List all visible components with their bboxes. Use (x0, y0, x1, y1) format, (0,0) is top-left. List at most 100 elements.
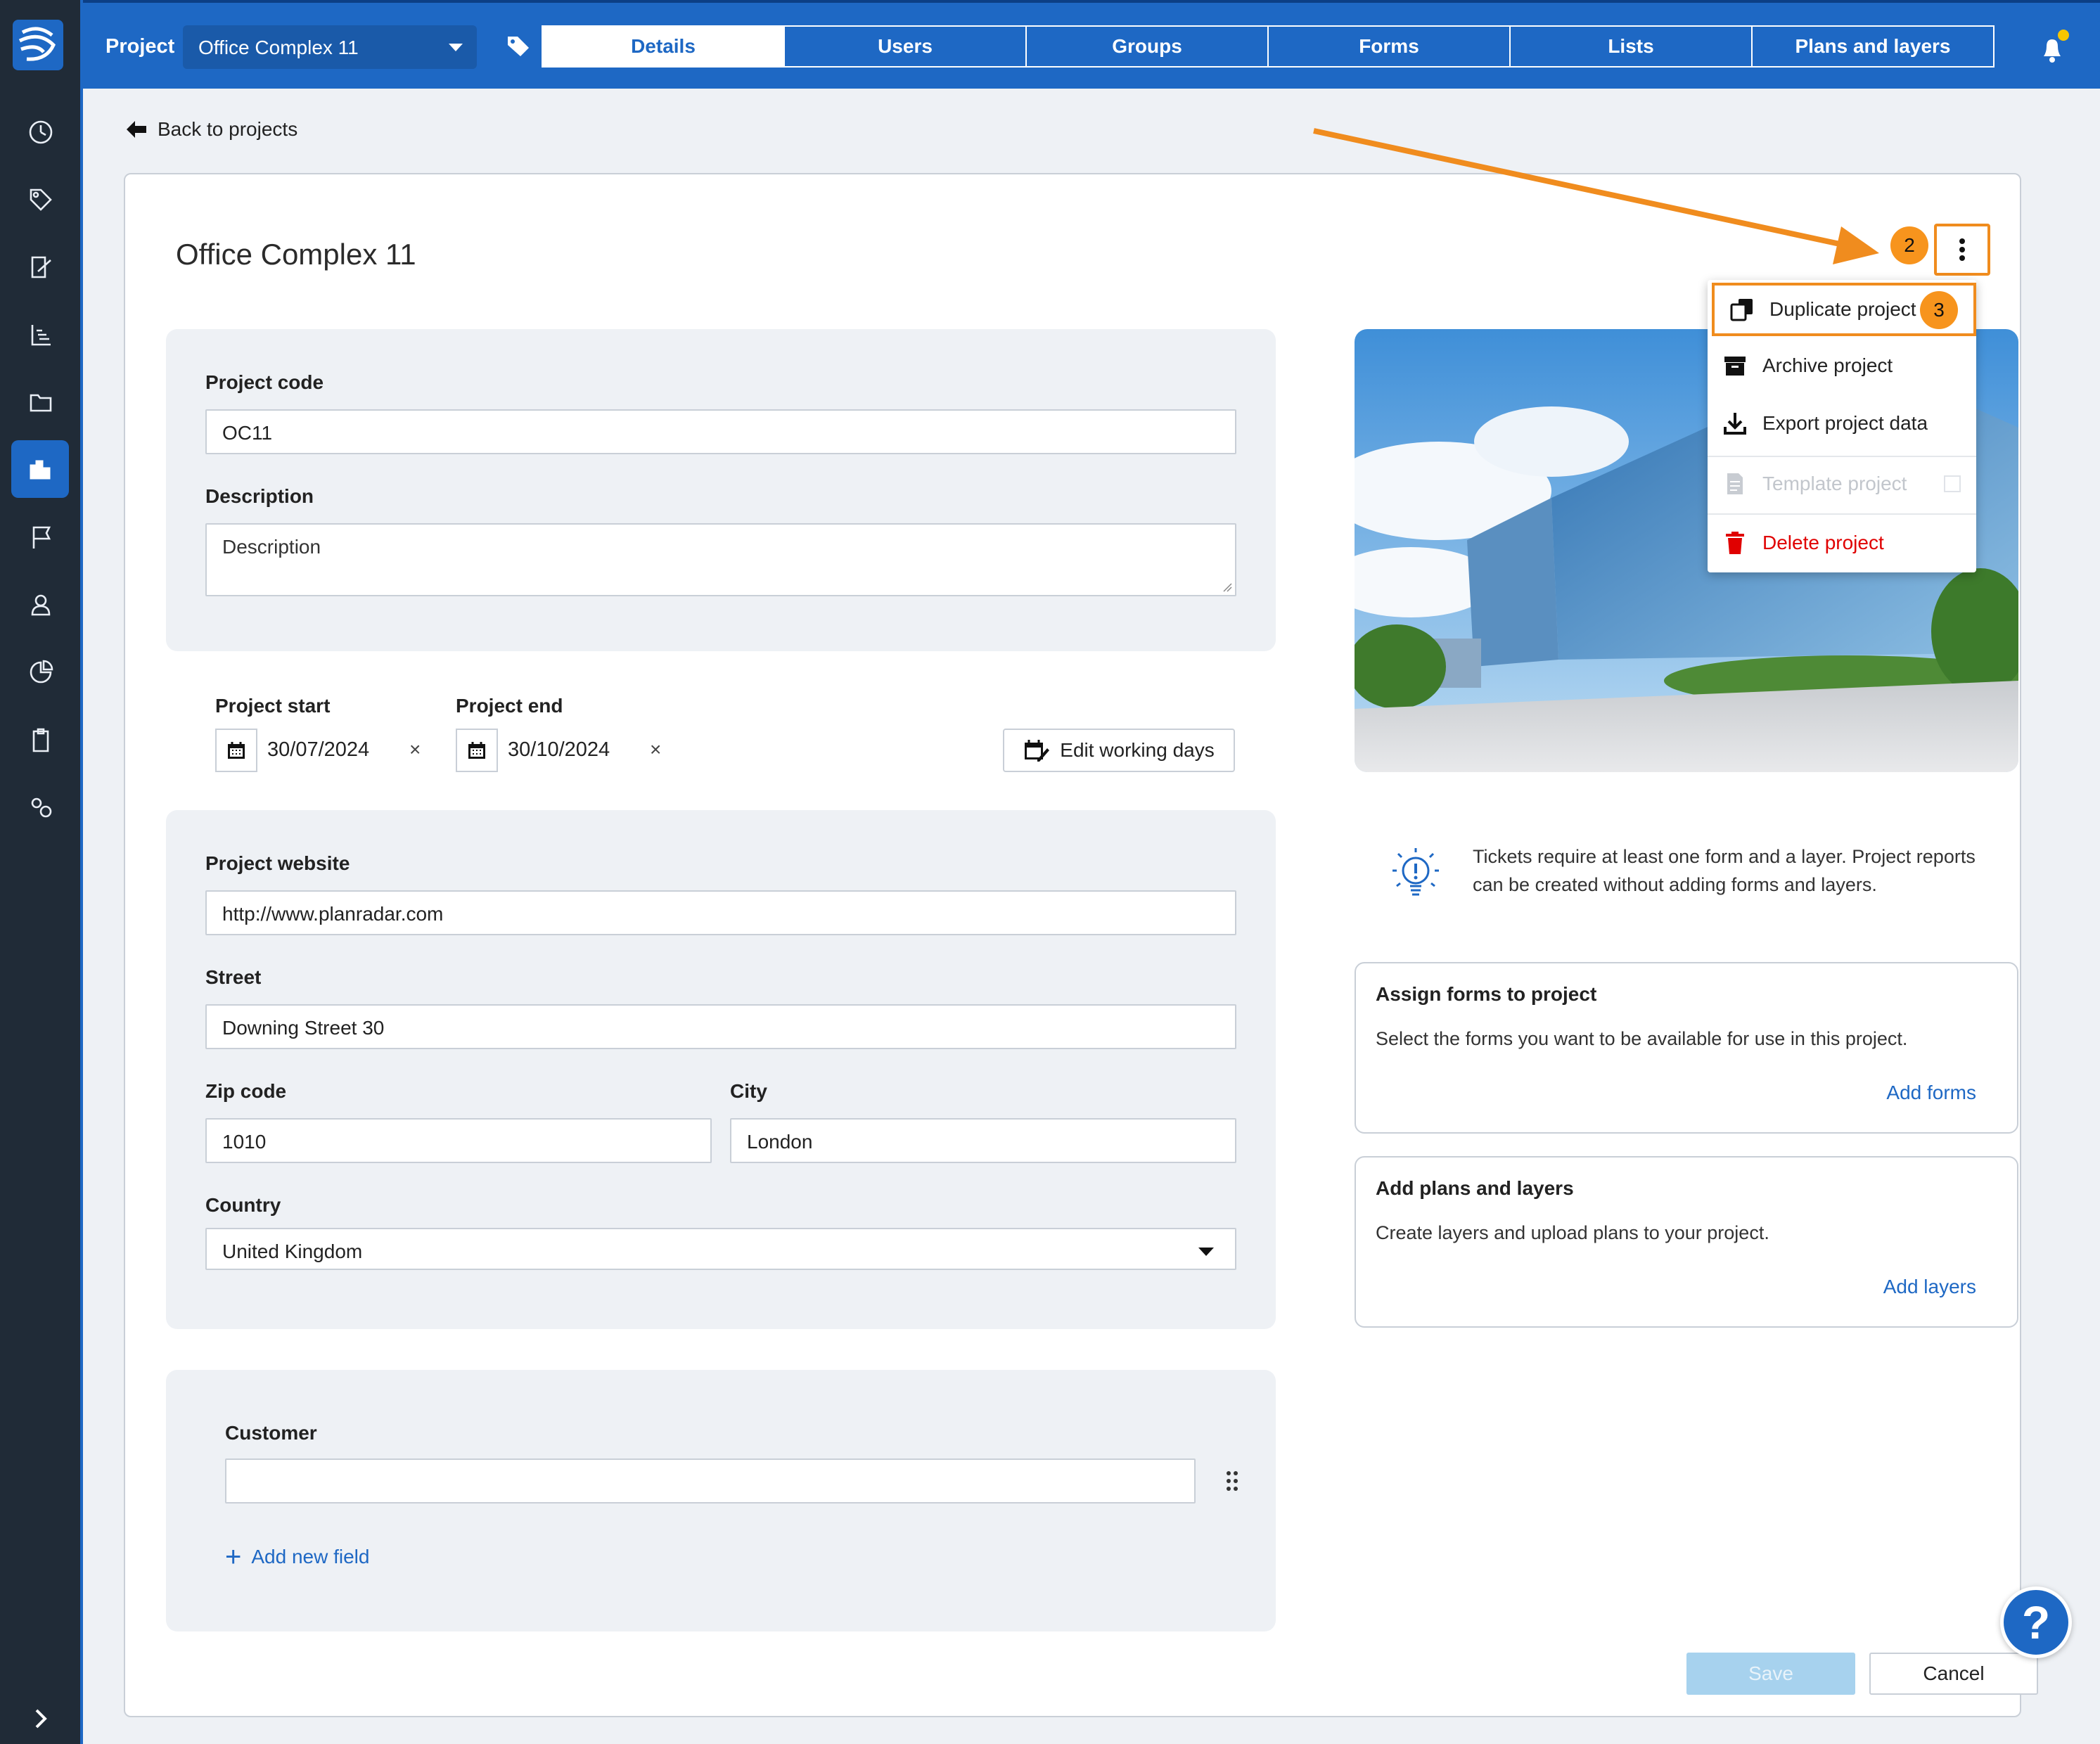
tab-users[interactable]: Users (783, 25, 1027, 68)
tab-details[interactable]: Details (542, 25, 785, 68)
arrow-left-icon (127, 121, 146, 138)
kebab-menu-icon (1959, 238, 1965, 261)
clear-start-date-icon[interactable]: × (409, 738, 421, 761)
step-badge-2: 2 (1890, 226, 1928, 264)
basic-info-panel: Project code OC11 Description Descriptio… (166, 329, 1276, 651)
project-actions-menu: Duplicate project 3 Archive project Expo… (1708, 280, 1976, 572)
hint-box: Tickets require at least one form and a … (1384, 842, 2003, 906)
tag-icon[interactable] (15, 174, 66, 225)
assign-forms-title: Assign forms to project (1376, 983, 1597, 1005)
top-bar: Project Office Complex 11 Details Users … (83, 0, 2100, 89)
resize-handle-icon[interactable] (1222, 582, 1232, 592)
tags-icon[interactable] (505, 32, 533, 60)
help-button[interactable]: ? (2000, 1586, 2072, 1658)
city-input[interactable]: London (730, 1118, 1236, 1163)
project-website-label: Project website (205, 852, 350, 874)
project-website-input[interactable]: http://www.planradar.com (205, 890, 1236, 935)
back-to-projects-link[interactable]: Back to projects (125, 118, 297, 141)
tab-lists[interactable]: Lists (1509, 25, 1753, 68)
add-new-field-label: Add new field (251, 1546, 370, 1567)
project-end-label: Project end (456, 695, 563, 717)
project-start-value[interactable]: 30/07/2024 (267, 738, 369, 762)
menu-item-label: Export project data (1762, 412, 1928, 434)
template-checkbox (1944, 475, 1961, 492)
description-placeholder: Description (222, 536, 321, 558)
menu-item-export-project-data[interactable]: Export project data (1708, 397, 1976, 450)
tab-forms[interactable]: Forms (1267, 25, 1511, 68)
tab-plans-and-layers[interactable]: Plans and layers (1751, 25, 1995, 68)
description-textarea[interactable]: Description (205, 523, 1236, 596)
add-forms-link[interactable]: Add forms (1886, 1082, 1976, 1104)
menu-item-delete-project[interactable]: Delete project (1708, 516, 1976, 570)
customer-label: Customer (225, 1422, 317, 1444)
caret-down-icon (449, 44, 463, 51)
download-icon (1724, 413, 1746, 435)
clear-end-date-icon[interactable]: × (650, 738, 661, 761)
page-title: Office Complex 11 (176, 238, 416, 271)
country-select[interactable]: United Kingdom (205, 1228, 1236, 1270)
calendar-icon (468, 742, 485, 759)
menu-item-template-project: Template project (1708, 457, 1976, 511)
gantt-chart-icon[interactable] (15, 309, 66, 360)
cancel-button[interactable]: Cancel (1869, 1653, 2038, 1695)
zip-code-input[interactable]: 1010 (205, 1118, 712, 1163)
flag-icon[interactable] (15, 512, 66, 563)
tab-groups[interactable]: Groups (1025, 25, 1269, 68)
calendar-edit-icon (1025, 740, 1050, 762)
city-label: City (730, 1080, 767, 1102)
dashboard-icon[interactable] (15, 107, 66, 158)
project-end-calendar-button[interactable] (456, 729, 498, 772)
settings-gears-icon[interactable] (15, 782, 66, 833)
menu-item-label: Duplicate project (1769, 298, 1916, 320)
sidebar (0, 0, 83, 1744)
reports-pie-icon[interactable] (15, 647, 66, 698)
notification-dot (2058, 30, 2069, 41)
projects-building-icon[interactable] (11, 440, 69, 498)
calendar-icon (228, 742, 245, 759)
project-label: Project (105, 35, 175, 58)
hint-text: Tickets require at least one form and a … (1473, 846, 1976, 895)
custom-fields-panel: Customer + Add new field (166, 1370, 1276, 1631)
drag-handle-icon[interactable] (1225, 1470, 1239, 1492)
assign-forms-card: Assign forms to project Select the forms… (1355, 962, 2018, 1134)
edit-working-days-button[interactable]: Edit working days (1003, 729, 1235, 772)
menu-item-label: Archive project (1762, 354, 1893, 376)
menu-item-archive-project[interactable]: Archive project (1708, 339, 1976, 392)
add-plans-layers-card: Add plans and layers Create layers and u… (1355, 1156, 2018, 1328)
edit-document-icon[interactable] (15, 242, 66, 293)
add-layers-link[interactable]: Add layers (1883, 1276, 1976, 1298)
back-link-label: Back to projects (158, 118, 298, 140)
project-start-calendar-button[interactable] (215, 729, 257, 772)
lightbulb-icon (1392, 848, 1439, 896)
trash-icon (1726, 532, 1744, 554)
project-start-label: Project start (215, 695, 331, 717)
app-logo[interactable] (13, 20, 63, 70)
assign-forms-desc: Select the forms you want to be availabl… (1376, 1028, 1908, 1049)
archive-icon (1724, 357, 1746, 376)
street-label: Street (205, 966, 262, 988)
project-end-value[interactable]: 30/10/2024 (508, 738, 610, 762)
project-select[interactable]: Office Complex 11 (183, 25, 477, 69)
menu-item-label: Template project (1762, 473, 1907, 494)
step-badge-3: 3 (1920, 291, 1958, 329)
add-plans-layers-desc: Create layers and upload plans to your p… (1376, 1222, 1769, 1243)
edit-working-days-label: Edit working days (1060, 739, 1215, 761)
address-panel: Project website http://www.planradar.com… (166, 810, 1276, 1329)
expand-sidebar-chevron-icon[interactable] (24, 1702, 58, 1736)
folder-icon[interactable] (15, 377, 66, 428)
project-tabs: Details Users Groups Forms Lists Plans a… (542, 25, 1995, 68)
country-label: Country (205, 1194, 281, 1216)
add-plans-layers-title: Add plans and layers (1376, 1177, 1574, 1199)
project-code-input[interactable]: OC11 (205, 409, 1236, 454)
add-new-field-button[interactable]: + Add new field (225, 1543, 370, 1571)
caret-down-icon (1198, 1248, 1214, 1256)
user-icon[interactable] (15, 579, 66, 630)
save-button[interactable]: Save (1686, 1653, 1855, 1695)
more-options-button[interactable] (1934, 224, 1990, 276)
document-icon (1727, 473, 1743, 494)
country-select-value: United Kingdom (222, 1240, 363, 1262)
customer-input[interactable] (225, 1458, 1196, 1503)
project-code-label: Project code (205, 371, 324, 393)
clipboard-icon[interactable] (15, 714, 66, 765)
street-input[interactable]: Downing Street 30 (205, 1004, 1236, 1049)
